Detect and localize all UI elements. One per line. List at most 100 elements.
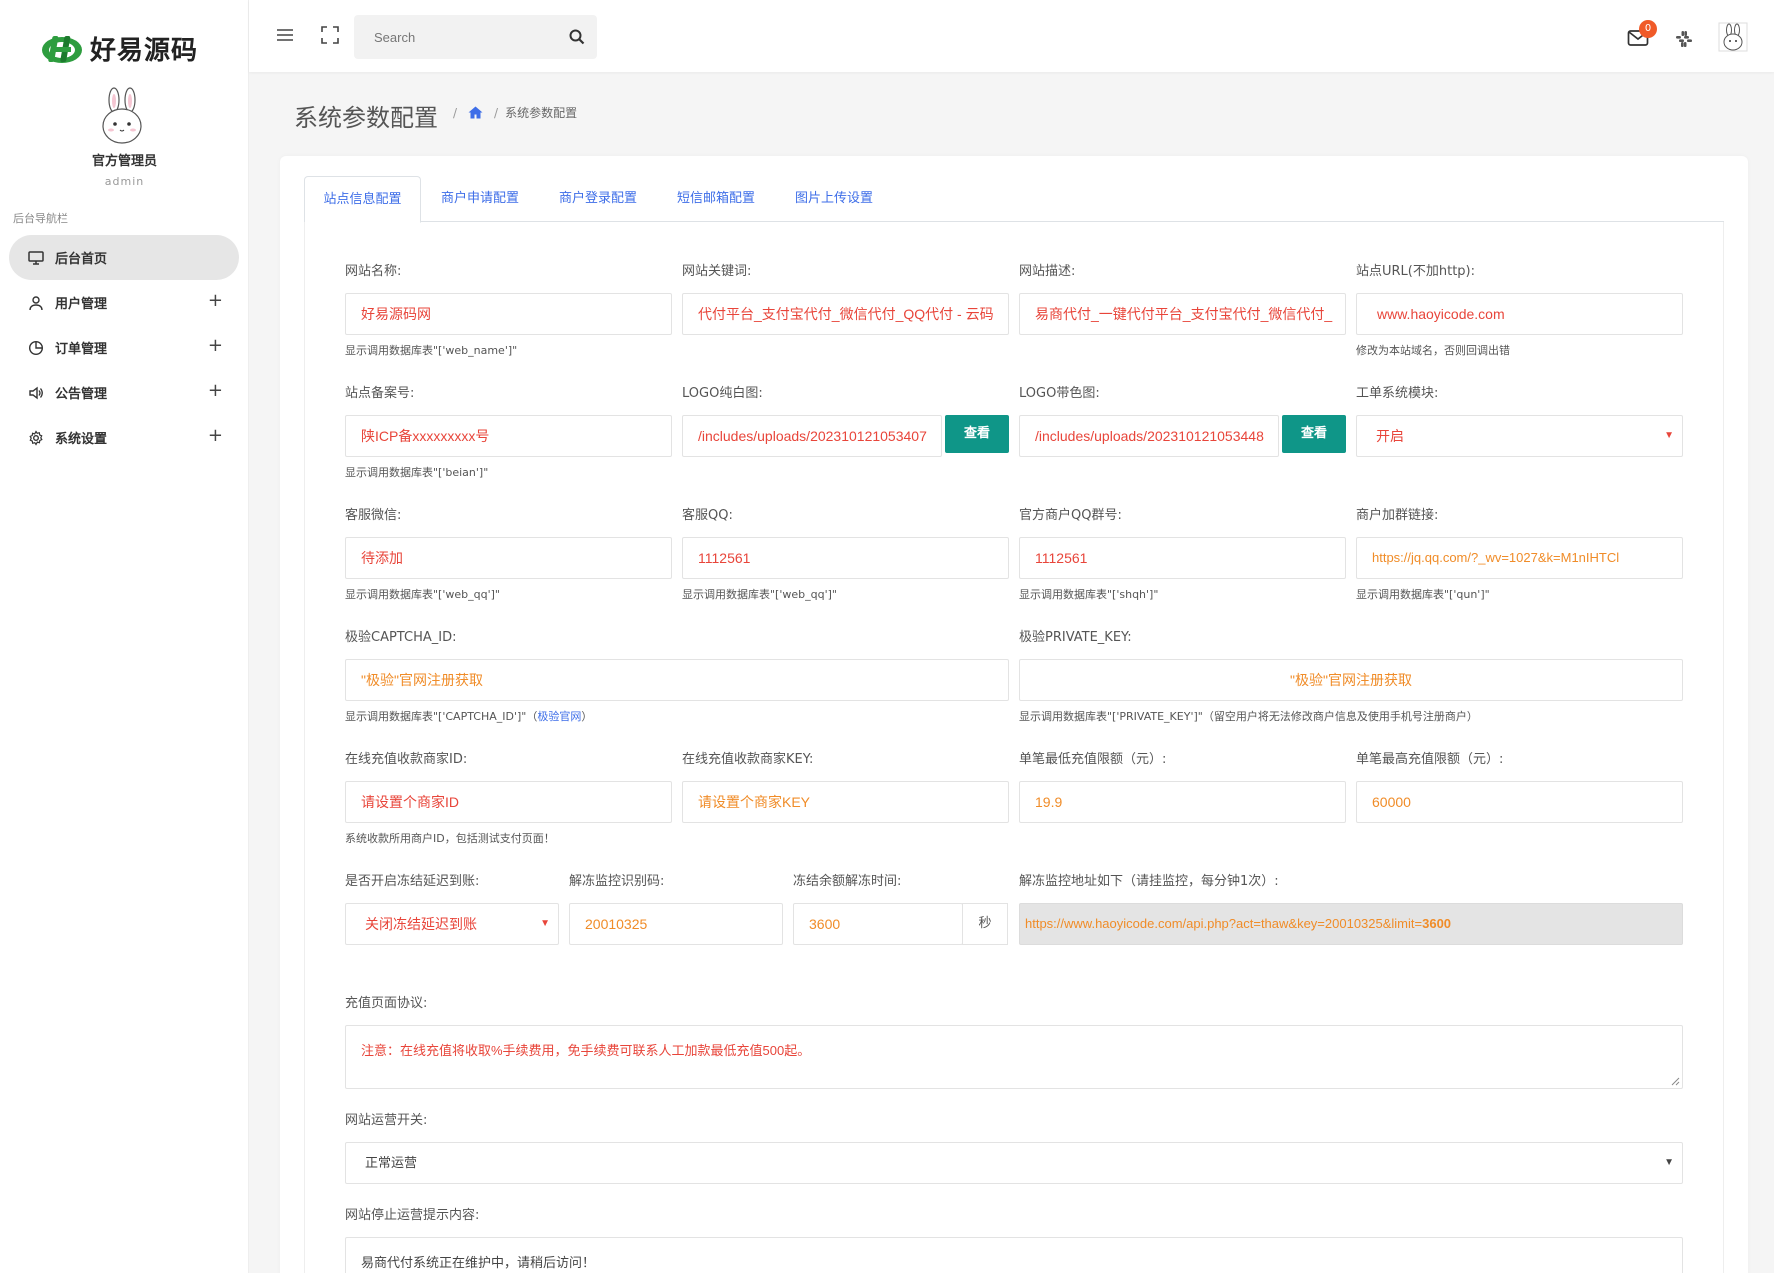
ticket-select[interactable]: 开启 ▼ bbox=[1356, 415, 1683, 457]
keywords-field[interactable]: 代付平台_支付宝代付_微信代付_QQ代付 - 云码 bbox=[682, 293, 1009, 335]
user-name: 官方管理员 bbox=[91, 154, 157, 169]
menu-icon[interactable] bbox=[276, 26, 294, 44]
sidebar-item-users[interactable]: 用户管理 + bbox=[9, 280, 239, 325]
operation-select-value: 正常运营 bbox=[365, 1155, 418, 1170]
operation-select[interactable]: 正常运营 ▼ bbox=[345, 1142, 1683, 1184]
thaw-time-unit: 秒 bbox=[962, 903, 1008, 945]
logo-color-field[interactable]: /includes/uploads/202310121053448 bbox=[1019, 415, 1279, 457]
resize-handle-icon[interactable] bbox=[1670, 1076, 1680, 1086]
thaw-code-field[interactable]: 20010325 bbox=[569, 903, 783, 945]
freeze-select-value: 关闭冻结延迟到账 bbox=[365, 916, 477, 932]
description-label: 网站描述: bbox=[1019, 264, 1076, 279]
operation-label: 网站运营开关: bbox=[345, 1113, 428, 1128]
thaw-url-field[interactable]: https://www.haoyicode.com/api.php?act=th… bbox=[1019, 903, 1683, 945]
min-recharge-field[interactable]: 19.9 bbox=[1019, 781, 1346, 823]
breadcrumb: / / 系统参数配置 bbox=[446, 104, 577, 121]
search-icon[interactable] bbox=[567, 27, 587, 47]
apps-icon[interactable] bbox=[1674, 29, 1694, 49]
expand-icon[interactable]: + bbox=[208, 382, 223, 400]
expand-icon[interactable]: + bbox=[208, 427, 223, 445]
breadcrumb-separator: / bbox=[453, 105, 458, 120]
logo-white-field[interactable]: /includes/uploads/202310121053407 bbox=[682, 415, 942, 457]
group-link-field[interactable]: https://jq.qq.com/?_wv=1027&k=M1nIHTCl bbox=[1356, 537, 1683, 579]
agreement-text: 注意：在线充值将收取%手续费用，免手续费可联系人工加款最低充值500起。 bbox=[361, 1043, 811, 1058]
site-url-field[interactable]: www.haoyicode.com bbox=[1356, 293, 1683, 335]
agreement-label: 充值页面协议: bbox=[345, 996, 428, 1011]
view-logo-color-button[interactable]: 查看 bbox=[1282, 415, 1346, 453]
tab-site-info[interactable]: 站点信息配置 bbox=[304, 176, 421, 223]
qq-group-field[interactable]: 1112561 bbox=[1019, 537, 1346, 579]
tab-merchant-login[interactable]: 商户登录配置 bbox=[539, 176, 657, 222]
logo[interactable]: 好易源码 bbox=[40, 28, 210, 68]
tab-image-upload[interactable]: 图片上传设置 bbox=[775, 176, 893, 222]
tab-sms-email[interactable]: 短信邮箱配置 bbox=[657, 176, 775, 222]
mail-badge: 0 bbox=[1639, 20, 1657, 38]
pie-chart-icon bbox=[28, 340, 44, 355]
expand-icon[interactable]: + bbox=[208, 337, 223, 355]
sidebar-item-dashboard[interactable]: 后台首页 bbox=[9, 235, 239, 280]
wechat-field[interactable]: 待添加 bbox=[345, 537, 672, 579]
geetest-link[interactable]: 极验官网 bbox=[537, 710, 581, 723]
stop-msg-textarea[interactable]: 易商代付系统正在维护中，请稍后访问！ bbox=[345, 1237, 1683, 1273]
site-name-hint: 显示调用数据库表"['web_name']" bbox=[345, 344, 518, 357]
sidebar-item-settings[interactable]: 系统设置 + bbox=[9, 415, 239, 460]
stop-msg-label: 网站停止运营提示内容: bbox=[345, 1208, 480, 1223]
captcha-id-hint-text: 显示调用数据库表"['CAPTCHA_ID']" bbox=[345, 710, 527, 723]
qq-label: 客服QQ: bbox=[682, 508, 733, 523]
max-recharge-label: 单笔最高充值限额（元）: bbox=[1356, 752, 1504, 767]
logo-mark-icon bbox=[42, 36, 82, 63]
avatar bbox=[102, 87, 142, 144]
sidebar: 好易源码 官方管理员 admin 后台导航栏 后台首页 用户管理 + 订单管理 … bbox=[0, 0, 249, 1273]
search-input[interactable] bbox=[354, 15, 554, 59]
thaw-time-label: 冻结余额解冻时间: bbox=[793, 874, 902, 889]
merchant-key-field[interactable]: 请设置个商家KEY bbox=[682, 781, 1009, 823]
beian-field[interactable]: 陕ICP备xxxxxxxxx号 bbox=[345, 415, 672, 457]
chevron-down-icon: ▼ bbox=[1664, 430, 1674, 441]
chevron-down-icon: ▼ bbox=[540, 918, 550, 929]
captcha-id-field[interactable]: "极验"官网注册获取 bbox=[345, 659, 1009, 701]
merchant-key-label: 在线充值收款商家KEY: bbox=[682, 752, 814, 767]
settings-card: 站点信息配置 商户申请配置 商户登录配置 短信邮箱配置 图片上传设置 网站名称:… bbox=[280, 156, 1748, 1273]
expand-icon[interactable]: + bbox=[208, 292, 223, 310]
fullscreen-icon[interactable] bbox=[321, 26, 339, 44]
agreement-textarea[interactable]: 注意：在线充值将收取%手续费用，免手续费可联系人工加款最低充值500起。 bbox=[345, 1025, 1683, 1089]
ticket-select-value: 开启 bbox=[1376, 428, 1404, 444]
description-field[interactable]: 易商代付_一键代付平台_支付宝代付_微信代付_ bbox=[1019, 293, 1346, 335]
chevron-down-icon: ▼ bbox=[1664, 1157, 1674, 1168]
private-key-field[interactable]: "极验"官网注册获取 bbox=[1019, 659, 1683, 701]
freeze-select[interactable]: 关闭冻结延迟到账 ▼ bbox=[345, 903, 559, 945]
sidebar-item-orders[interactable]: 订单管理 + bbox=[9, 325, 239, 370]
thaw-url-text: https://www.haoyicode.com/api.php?act=th… bbox=[1025, 916, 1423, 931]
user-icon bbox=[29, 295, 43, 310]
private-key-hint: 显示调用数据库表"['PRIVATE_KEY']"（留空用户将无法修改商户信息及… bbox=[1019, 710, 1478, 723]
megaphone-icon bbox=[29, 386, 43, 399]
view-logo-white-button[interactable]: 查看 bbox=[945, 415, 1009, 453]
brand-name: 好易源码 bbox=[90, 35, 199, 66]
monitor-icon bbox=[28, 250, 44, 265]
thaw-url-limit: 3600 bbox=[1422, 916, 1452, 931]
thaw-url-label: 解冻监控地址如下（请挂监控，每分钟1次）: bbox=[1019, 874, 1279, 889]
private-key-label: 极验PRIVATE_KEY: bbox=[1019, 630, 1132, 645]
qq-hint: 显示调用数据库表"['web_qq']" bbox=[682, 588, 837, 601]
thaw-time-field[interactable]: 3600 bbox=[793, 903, 963, 945]
sidebar-item-label: 系统设置 bbox=[55, 432, 108, 447]
site-url-hint: 修改为本站域名，否则回调出错 bbox=[1356, 344, 1510, 357]
min-recharge-label: 单笔最低充值限额（元）: bbox=[1019, 752, 1167, 767]
merchant-id-field[interactable]: 请设置个商家ID bbox=[345, 781, 672, 823]
qq-field[interactable]: 1112561 bbox=[682, 537, 1009, 579]
freeze-label: 是否开启冻结延迟到账: bbox=[345, 874, 480, 889]
search-box bbox=[354, 15, 597, 59]
site-name-field[interactable]: 好易源码网 bbox=[345, 293, 672, 335]
home-icon[interactable] bbox=[468, 106, 483, 119]
captcha-id-hint: 显示调用数据库表"['CAPTCHA_ID']"（极验官网） bbox=[345, 710, 593, 723]
sidebar-item-label: 公告管理 bbox=[55, 387, 108, 402]
tab-merchant-apply[interactable]: 商户申请配置 bbox=[421, 176, 539, 222]
qq-group-label: 官方商户QQ群号: bbox=[1019, 508, 1122, 523]
user-avatar[interactable] bbox=[1718, 22, 1748, 52]
thaw-code-label: 解冻监控识别码: bbox=[569, 874, 665, 889]
topbar: 0 bbox=[249, 0, 1774, 72]
sidebar-item-notices[interactable]: 公告管理 + bbox=[9, 370, 239, 415]
wechat-label: 客服微信: bbox=[345, 508, 402, 523]
max-recharge-field[interactable]: 60000 bbox=[1356, 781, 1683, 823]
beian-hint: 显示调用数据库表"['beian']" bbox=[345, 466, 489, 479]
